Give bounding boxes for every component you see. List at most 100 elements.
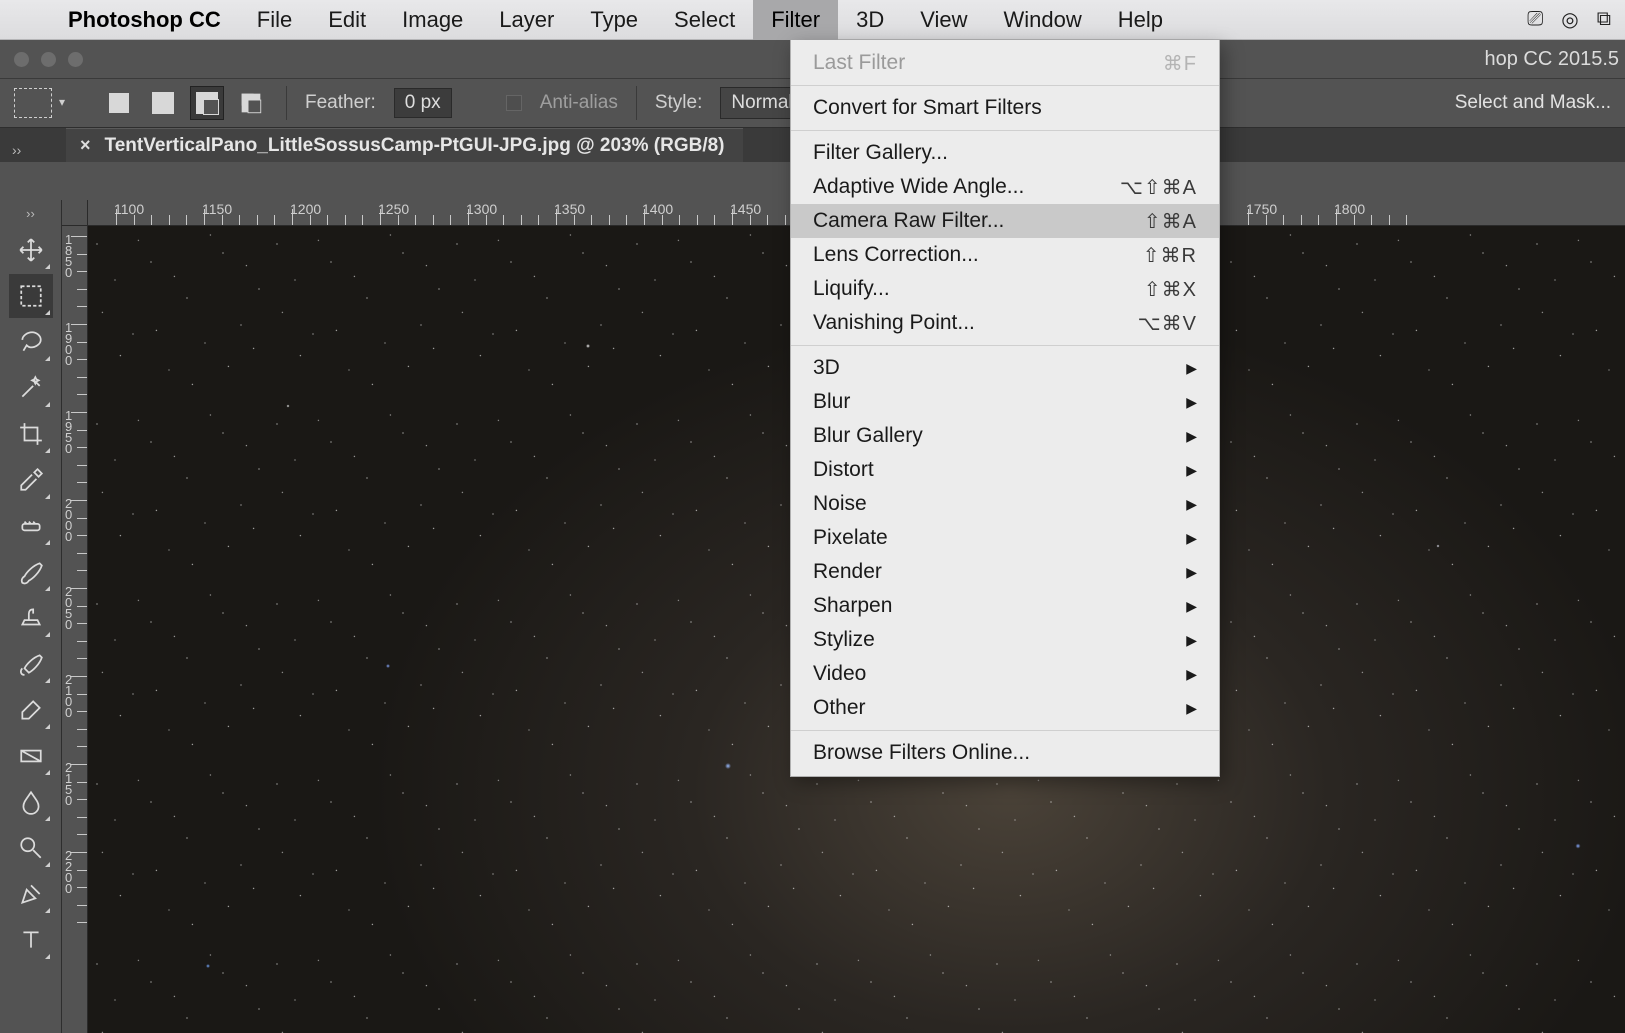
ruler-h-label: 1350 [554,201,585,217]
brush-tool[interactable] [9,550,53,594]
selection-subtract[interactable] [190,86,224,120]
filter-item-noise[interactable]: Noise▶ [791,487,1219,521]
menu-image[interactable]: Image [384,0,481,40]
window-title-suffix: hop CC 2015.5 [1484,48,1619,71]
menu-window[interactable]: Window [986,0,1100,40]
menu-item-label: Blur Gallery [813,424,923,448]
collapse-tools-icon[interactable]: ›› [26,204,35,227]
creative-cloud-icon[interactable]: ◎ [1561,7,1578,32]
tray-icon-1[interactable]: ⎚ [1527,7,1543,32]
marquee-tool[interactable] [9,274,53,318]
dropbox-icon[interactable]: ⧉ [1597,7,1611,32]
menu-item-label: Convert for Smart Filters [813,96,1042,120]
filter-item-render[interactable]: Render▶ [791,555,1219,589]
selection-add[interactable] [146,86,180,120]
filter-item-sharpen[interactable]: Sharpen▶ [791,589,1219,623]
ruler-h-label: 1300 [466,201,497,217]
menu-file[interactable]: File [239,0,310,40]
menu-item-shortcut: ⌥⇧⌘A [1120,175,1197,200]
menu-item-label: Blur [813,390,850,414]
feather-input[interactable]: 0 px [394,88,452,118]
filter-item-lens-correction[interactable]: Lens Correction... ⇧⌘R [791,238,1219,272]
filter-item-video[interactable]: Video▶ [791,657,1219,691]
menu-item-label: Other [813,696,866,720]
dodge-tool[interactable] [9,826,53,870]
ruler-v-label: 1850 [65,234,72,278]
ruler-v-label: 2050 [65,586,72,630]
submenu-arrow-icon: ▶ [1186,598,1197,615]
magic-wand-tool[interactable] [9,366,53,410]
traffic-light-zoom[interactable] [68,52,83,67]
filter-item-browse-filters-online[interactable]: Browse Filters Online... [791,736,1219,770]
current-tool-preset[interactable] [14,88,52,118]
menu-layer[interactable]: Layer [481,0,572,40]
submenu-arrow-icon: ▶ [1186,462,1197,479]
selection-new[interactable] [102,86,136,120]
filter-item-pixelate[interactable]: Pixelate▶ [791,521,1219,555]
submenu-arrow-icon: ▶ [1186,632,1197,649]
eyedropper-tool[interactable] [9,458,53,502]
filter-item-adaptive-wide-angle[interactable]: Adaptive Wide Angle...⌥⇧⌘A [791,170,1219,204]
history-brush-tool[interactable] [9,642,53,686]
filter-menu-dropdown: Last Filter⌘FConvert for Smart FiltersFi… [790,40,1220,777]
app-name[interactable]: Photoshop CC [50,7,239,33]
menu-type[interactable]: Type [572,0,656,40]
blur-tool[interactable] [9,780,53,824]
menu-item-label: Stylize [813,628,875,652]
menu-item-label: Browse Filters Online... [813,741,1030,765]
filter-item-camera-raw-filter[interactable]: Camera Raw Filter...⇧⌘A [791,204,1219,238]
menu-item-label: Camera Raw Filter... [813,209,1004,233]
selection-mode-group [102,86,268,120]
traffic-light-close[interactable] [14,52,29,67]
type-tool[interactable] [9,918,53,962]
pen-tool[interactable] [9,872,53,916]
submenu-arrow-icon: ▶ [1186,360,1197,377]
filter-item-blur[interactable]: Blur▶ [791,385,1219,419]
filter-item-3d[interactable]: 3D ▶ [791,351,1219,385]
gradient-tool[interactable] [9,734,53,778]
menu-edit[interactable]: Edit [310,0,384,40]
menu-item-shortcut: ⇧⌘R [1143,243,1197,268]
ruler-h-label: 1800 [1334,201,1365,217]
menu-item-label: Render [813,560,882,584]
lasso-tool[interactable] [9,320,53,364]
filter-item-vanishing-point[interactable]: Vanishing Point...⌥⌘V [791,306,1219,340]
menu-item-label: Last Filter [813,51,905,75]
antialias-checkbox [506,95,522,111]
menubar-tray: ⎚ ◎ ⧉ [1527,7,1625,32]
ruler-h-label: 1200 [290,201,321,217]
clone-stamp-tool[interactable] [9,596,53,640]
selection-intersect[interactable] [234,86,268,120]
crop-tool[interactable] [9,412,53,456]
move-tool[interactable] [9,228,53,272]
document-tab[interactable]: × TentVerticalPano_LittleSossusCamp-PtGU… [66,128,743,162]
filter-item-stylize[interactable]: Stylize ▶ [791,623,1219,657]
ruler-h-label: 1400 [642,201,673,217]
filter-item-liquify[interactable]: Liquify...⇧⌘X [791,272,1219,306]
filter-item-blur-gallery[interactable]: Blur Gallery▶ [791,419,1219,453]
feather-label: Feather: [305,92,376,114]
filter-item-distort[interactable]: Distort▶ [791,453,1219,487]
menu-filter[interactable]: Filter [753,0,838,40]
vertical-ruler[interactable]: 18501900195020002050210021502200 [62,226,88,1033]
close-tab-icon[interactable]: × [80,135,91,156]
ruler-v-label: 2200 [65,850,72,894]
filter-item-convert-for-smart-filters[interactable]: Convert for Smart Filters [791,91,1219,125]
menu-item-label: Lens Correction... [813,243,979,267]
expand-panels-icon[interactable]: ›› [8,138,25,162]
submenu-arrow-icon: ▶ [1186,530,1197,547]
filter-item-other[interactable]: Other ▶ [791,691,1219,725]
traffic-light-minimize[interactable] [41,52,56,67]
ruler-origin[interactable] [62,200,88,226]
healing-brush-tool[interactable] [9,504,53,548]
menu-3d[interactable]: 3D [838,0,902,40]
menu-select[interactable]: Select [656,0,753,40]
eraser-tool[interactable] [9,688,53,732]
filter-item-filter-gallery[interactable]: Filter Gallery... [791,136,1219,170]
ruler-h-label: 1100 [114,201,144,217]
submenu-arrow-icon: ▶ [1186,700,1197,717]
menu-view[interactable]: View [902,0,985,40]
select-and-mask-button[interactable]: Select and Mask... [1455,92,1611,114]
menu-help[interactable]: Help [1100,0,1181,40]
menu-item-label: 3D [813,356,840,380]
